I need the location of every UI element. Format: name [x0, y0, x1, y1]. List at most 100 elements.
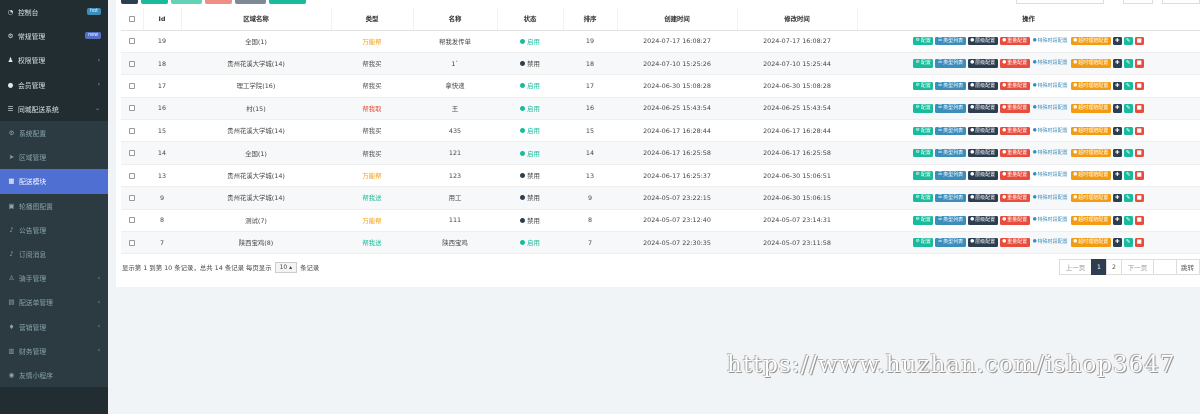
level-config-button[interactable]: ● 层级配置	[967, 238, 998, 247]
prev-page-button[interactable]: 上一页	[1059, 259, 1092, 275]
timeout-claim-config-button[interactable]: ● 超时理赔配置	[1070, 148, 1111, 158]
weight-config-button[interactable]: ● 重量配置	[999, 171, 1030, 180]
config-button[interactable]: ⚙ 配置	[913, 171, 934, 180]
drag-button[interactable]: ✚	[1112, 193, 1122, 203]
config-button[interactable]: ⚙ 配置	[913, 59, 934, 68]
toolbar-view-toggle[interactable]	[1123, 0, 1153, 4]
jump-page-input[interactable]	[1153, 259, 1177, 275]
sidebar-item[interactable]: ♟ 权限管理 ‹	[0, 48, 108, 72]
row-checkbox[interactable]	[129, 217, 135, 224]
type-list-button[interactable]: ☰ 类型列表	[935, 216, 966, 225]
row-checkbox-cell[interactable]	[121, 30, 143, 53]
row-checkbox-cell[interactable]	[121, 186, 143, 210]
page-size-select[interactable]: 10 ▴	[274, 262, 298, 273]
level-config-button[interactable]: ● 层级配置	[967, 148, 998, 158]
edit-button[interactable]: ✎	[1123, 193, 1133, 203]
weight-config-button[interactable]: ● 重量配置	[999, 238, 1030, 247]
level-config-button[interactable]: ● 层级配置	[967, 104, 998, 113]
row-checkbox-cell[interactable]	[121, 74, 143, 98]
edit-button[interactable]: ✎	[1123, 59, 1133, 68]
sidebar-item[interactable]: ▥ 财务管理 ‹	[0, 338, 108, 363]
edit-button[interactable]: ✎	[1123, 104, 1133, 113]
timeout-claim-config-button[interactable]: ● 超时理赔配置	[1070, 126, 1111, 135]
row-checkbox[interactable]	[129, 172, 135, 179]
toolbar-button[interactable]	[171, 0, 202, 4]
special-period-config-button[interactable]: ● 特殊时段配置	[1032, 149, 1069, 158]
level-config-button[interactable]: ● 层级配置	[967, 126, 998, 135]
row-checkbox-cell[interactable]	[121, 141, 143, 165]
row-checkbox[interactable]	[129, 127, 135, 134]
timeout-claim-config-button[interactable]: ● 超时理赔配置	[1070, 193, 1111, 203]
timeout-claim-config-button[interactable]: ● 超时理赔配置	[1070, 238, 1111, 247]
row-checkbox-cell[interactable]	[121, 231, 143, 255]
sidebar-item[interactable]: ♦ 营销管理 ‹	[0, 314, 108, 339]
special-period-config-button[interactable]: ● 特殊时段配置	[1032, 194, 1069, 203]
row-checkbox-cell[interactable]	[121, 119, 143, 143]
sidebar-item[interactable]: ⚙ 常规管理 new	[0, 24, 108, 48]
type-list-button[interactable]: ☰ 类型列表	[935, 238, 966, 247]
level-config-button[interactable]: ● 层级配置	[967, 171, 998, 180]
config-button[interactable]: ⚙ 配置	[913, 193, 934, 203]
drag-button[interactable]: ✚	[1112, 148, 1122, 158]
timeout-claim-config-button[interactable]: ● 超时理赔配置	[1070, 171, 1111, 180]
edit-button[interactable]: ✎	[1123, 216, 1133, 225]
row-checkbox[interactable]	[129, 38, 135, 45]
level-config-button[interactable]: ● 层级配置	[967, 216, 998, 225]
config-button[interactable]: ⚙ 配置	[913, 81, 934, 91]
special-period-config-button[interactable]: ● 特殊时段配置	[1032, 171, 1069, 180]
type-list-button[interactable]: ☰ 类型列表	[935, 126, 966, 135]
weight-config-button[interactable]: ● 重量配置	[999, 81, 1030, 91]
config-button[interactable]: ⚙ 配置	[913, 148, 934, 158]
special-period-config-button[interactable]: ● 特殊时段配置	[1032, 127, 1069, 136]
page-button-2[interactable]: 2	[1106, 259, 1122, 275]
sidebar-item[interactable]: ➤ 区域管理	[0, 145, 108, 170]
delete-button[interactable]: ■	[1134, 126, 1144, 135]
level-config-button[interactable]: ● 层级配置	[967, 81, 998, 91]
delete-button[interactable]: ■	[1134, 81, 1144, 91]
sidebar-item[interactable]: ⚙ 系统配置	[0, 120, 108, 146]
config-button[interactable]: ⚙ 配置	[913, 104, 934, 113]
weight-config-button[interactable]: ● 重量配置	[999, 104, 1030, 113]
edit-button[interactable]: ✎	[1123, 148, 1133, 158]
drag-button[interactable]: ✚	[1112, 36, 1122, 46]
toolbar-button[interactable]	[141, 0, 168, 4]
edit-button[interactable]: ✎	[1123, 81, 1133, 91]
drag-button[interactable]: ✚	[1112, 59, 1122, 68]
sidebar-item[interactable]: ● 会员管理 ‹	[0, 73, 108, 97]
level-config-button[interactable]: ● 层级配置	[967, 193, 998, 203]
special-period-config-button[interactable]: ● 特殊时段配置	[1032, 59, 1069, 68]
timeout-claim-config-button[interactable]: ● 超时理赔配置	[1070, 216, 1111, 225]
drag-button[interactable]: ✚	[1112, 81, 1122, 91]
timeout-claim-config-button[interactable]: ● 超时理赔配置	[1070, 104, 1111, 113]
timeout-claim-config-button[interactable]: ● 超时理赔配置	[1070, 59, 1111, 68]
edit-button[interactable]: ✎	[1123, 126, 1133, 135]
delete-button[interactable]: ■	[1134, 104, 1144, 113]
config-button[interactable]: ⚙ 配置	[913, 238, 934, 247]
row-checkbox[interactable]	[129, 105, 135, 112]
row-checkbox-cell[interactable]	[121, 97, 143, 121]
jump-button[interactable]: 跳转	[1176, 259, 1200, 275]
type-list-button[interactable]: ☰ 类型列表	[935, 104, 966, 113]
search-input[interactable]	[1016, 0, 1104, 4]
sidebar-item[interactable]: ◉ 友情小程序	[0, 362, 108, 387]
special-period-config-button[interactable]: ● 特殊时段配置	[1032, 104, 1069, 113]
weight-config-button[interactable]: ● 重量配置	[999, 216, 1030, 225]
drag-button[interactable]: ✚	[1112, 126, 1122, 135]
delete-button[interactable]: ■	[1134, 148, 1144, 158]
special-period-config-button[interactable]: ● 特殊时段配置	[1032, 82, 1069, 91]
toolbar-button[interactable]	[269, 0, 306, 4]
page-button-1[interactable]: 1	[1091, 259, 1107, 275]
type-list-button[interactable]: ☰ 类型列表	[935, 36, 966, 46]
delete-button[interactable]: ■	[1134, 193, 1144, 203]
edit-button[interactable]: ✎	[1123, 238, 1133, 247]
weight-config-button[interactable]: ● 重量配置	[999, 36, 1030, 46]
drag-button[interactable]: ✚	[1112, 216, 1122, 225]
type-list-button[interactable]: ☰ 类型列表	[935, 81, 966, 91]
special-period-config-button[interactable]: ● 特殊时段配置	[1032, 37, 1069, 46]
level-config-button[interactable]: ● 层级配置	[967, 59, 998, 68]
select-all-checkbox[interactable]	[128, 15, 135, 22]
config-button[interactable]: ⚙ 配置	[913, 126, 934, 135]
weight-config-button[interactable]: ● 重量配置	[999, 126, 1030, 135]
row-checkbox[interactable]	[129, 150, 135, 157]
sidebar-item[interactable]: ▦ 配送模块	[0, 169, 108, 194]
